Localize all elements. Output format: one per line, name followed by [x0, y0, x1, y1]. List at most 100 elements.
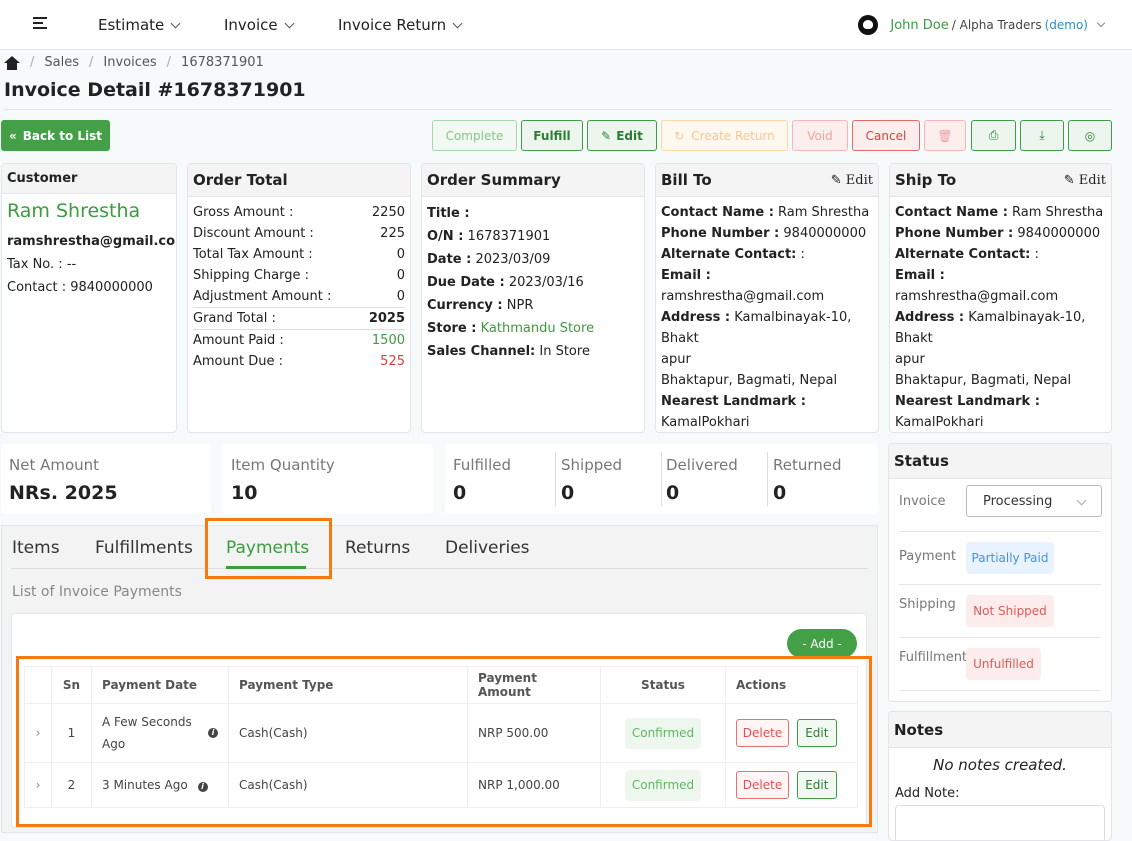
breadcrumb: / Sales / Invoices / 1678371901 [4, 55, 264, 70]
create-return-button[interactable]: ↻ Create Return [661, 120, 788, 151]
invoice-status-select[interactable]: Processing [966, 485, 1102, 517]
download-icon: ⤓ [1039, 128, 1045, 142]
menu-toggle-icon[interactable] [33, 15, 49, 31]
sales-channel: In Store [539, 344, 590, 359]
item-quantity-stat: Item Quantity 10 [222, 444, 433, 514]
cancel-button[interactable]: Cancel [852, 120, 920, 151]
divider [4, 109, 1112, 110]
nav-invoice-return[interactable]: Invoice Return [338, 0, 463, 50]
nav-estimate-label: Estimate [98, 16, 165, 34]
breadcrumb-invoices[interactable]: Invoices [103, 55, 156, 70]
org-tag: (demo) [1044, 18, 1088, 32]
eye-icon: ◎ [1084, 128, 1096, 143]
status-header: Status [889, 444, 1111, 479]
chevron-down-icon [1096, 18, 1106, 28]
nav-invoice-label: Invoice [224, 16, 278, 34]
bill-to-header: Bill To [661, 171, 712, 189]
fulfilled-value: 0 [453, 482, 467, 504]
shipping-status-badge: Not Shipped [966, 595, 1054, 627]
add-note-input[interactable] [895, 805, 1105, 840]
chevron-down-icon [452, 18, 463, 28]
order-currency: NPR [506, 298, 534, 313]
print-button[interactable]: ⎙ [971, 120, 1016, 151]
add-note-label: Add Note: [895, 786, 960, 801]
complete-button[interactable]: Complete [432, 120, 517, 151]
fulfillment-status-badge: Unfulfilled [966, 648, 1041, 680]
void-button[interactable]: Void [792, 120, 848, 151]
ship-to-header: Ship To [895, 171, 957, 189]
double-chevron-left-icon: « [8, 128, 17, 143]
nav-invoice[interactable]: Invoice [224, 0, 295, 50]
order-total-row: Adjustment Amount :0 [193, 289, 405, 304]
delete-button[interactable]: 🗑 [924, 120, 966, 151]
order-due-date: 2023/03/16 [508, 275, 584, 290]
order-total-row: Shipping Charge :0 [193, 268, 405, 283]
nav-estimate[interactable]: Estimate [98, 0, 181, 50]
store-link[interactable]: Kathmandu Store [481, 321, 594, 336]
net-amount-stat: Net Amount NRs. 2025 [1, 444, 211, 514]
table-highlight-box [16, 656, 872, 827]
order-total-card: Order Total Gross Amount :2250 Discount A… [187, 163, 411, 433]
download-button[interactable]: ⤓ [1020, 120, 1064, 151]
top-navbar: Estimate Invoice Invoice Return John Doe… [0, 0, 1132, 50]
pencil-icon: ✎ [1063, 172, 1075, 188]
bill-to-edit-button[interactable]: ✎ Edit [831, 173, 873, 188]
nav-invoice-return-label: Invoice Return [338, 16, 447, 34]
customer-header: Customer [2, 164, 176, 194]
customer-email: ramshrestha@gmail.com [7, 234, 177, 249]
tab-returns[interactable]: Returns [345, 538, 410, 558]
chevron-down-icon [284, 18, 295, 28]
ship-to-card: Ship To ✎ Edit Contact Name : Ram Shresth… [889, 163, 1112, 433]
user-name: John Doe [890, 17, 949, 33]
tab-items[interactable]: Items [12, 538, 60, 558]
payments-caption: List of Invoice Payments [12, 584, 182, 600]
order-total-rows: Gross Amount :2250 Discount Amount :225 To… [188, 197, 410, 307]
notes-header: Notes [889, 712, 1111, 748]
org-name: / Alpha Traders [951, 18, 1042, 32]
printer-icon: ⎙ [988, 128, 999, 142]
order-number: 1678371901 [467, 229, 551, 244]
tab-deliveries[interactable]: Deliveries [445, 538, 530, 558]
chevron-down-icon [170, 18, 181, 28]
user-menu[interactable]: John Doe / Alpha Traders (demo) [858, 0, 1106, 50]
notes-empty: No notes created. [933, 756, 1067, 774]
edit-button[interactable]: ✎ Edit [587, 120, 657, 151]
grand-total: 2025 [368, 311, 405, 326]
tab-fulfillments[interactable]: Fulfillments [95, 538, 193, 558]
pencil-icon: ✎ [830, 172, 842, 188]
customer-contact: 9840000000 [70, 280, 153, 295]
order-total-row: Total Tax Amount :0 [193, 247, 405, 262]
customer-name[interactable]: Ram Shrestha [7, 200, 171, 222]
delivered-value: 0 [666, 482, 680, 504]
notes-card: Notes No notes created. Add Note: [888, 711, 1112, 841]
add-payment-button[interactable]: - Add - [787, 629, 857, 658]
trash-icon: 🗑 [937, 128, 953, 143]
shipped-value: 0 [561, 482, 575, 504]
github-icon[interactable] [858, 15, 879, 35]
breadcrumb-sales[interactable]: Sales [44, 55, 79, 70]
home-icon[interactable] [4, 55, 20, 70]
bill-to-card: Bill To ✎ Edit Contact Name : Ram Shresth… [655, 163, 879, 433]
fulfillment-stats: Fulfilled 0 Shipped 0 Delivered 0 Return… [445, 444, 878, 514]
net-amount-value: NRs. 2025 [9, 482, 118, 504]
breadcrumb-current: 1678371901 [181, 55, 264, 70]
status-card: Status Invoice Payment Partially Paid Sh… [888, 443, 1112, 702]
order-date: 2023/03/09 [475, 252, 551, 267]
amount-due: 525 [380, 354, 405, 369]
pencil-icon: ✎ [601, 128, 612, 143]
order-summary-card: Order Summary Title : O/N : 1678371901 D… [421, 163, 645, 433]
order-total-row: Gross Amount :2250 [193, 205, 405, 220]
order-total-header: Order Total [188, 164, 410, 197]
view-button[interactable]: ◎ [1068, 120, 1112, 151]
customer-tax: -- [66, 257, 77, 272]
tab-highlight-box [205, 518, 332, 579]
payment-status-badge: Partially Paid [966, 542, 1054, 574]
order-total-row: Discount Amount :225 [193, 226, 405, 241]
item-quantity-value: 10 [231, 482, 258, 504]
amount-paid: 1500 [371, 333, 405, 348]
back-to-list-button[interactable]: «Back to List [1, 120, 110, 151]
fulfill-button[interactable]: Fulfill [521, 120, 583, 151]
returned-value: 0 [773, 482, 787, 504]
ship-to-edit-button[interactable]: ✎ Edit [1064, 173, 1106, 188]
page-title: Invoice Detail #1678371901 [4, 79, 306, 101]
